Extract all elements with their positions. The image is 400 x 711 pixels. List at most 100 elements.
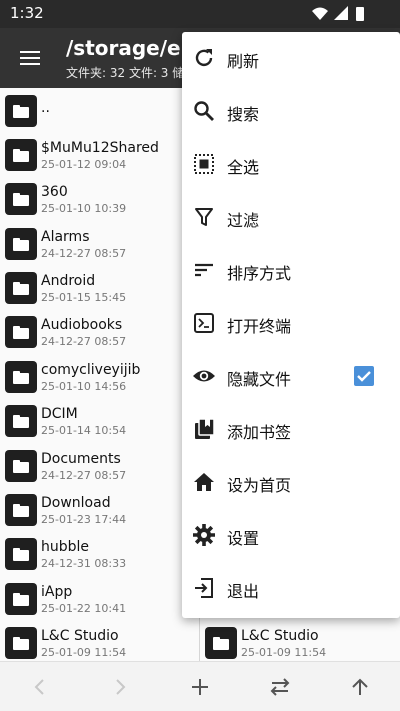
file-item[interactable]: L&C Studio 25-01-09 11:54 [0, 620, 199, 661]
signal-icon [334, 6, 348, 20]
bottom-toolbar [0, 661, 400, 711]
file-item[interactable]: 360 25-01-10 10:39 [0, 176, 199, 220]
folder-icon [5, 538, 37, 570]
file-item[interactable]: Audiobooks 24-12-27 08:57 [0, 309, 199, 353]
file-name: Audiobooks [41, 317, 123, 333]
menu-item-sort[interactable]: 排序方式 [182, 244, 400, 297]
check-icon [357, 371, 371, 382]
file-date: 24-12-27 08:57 [41, 247, 127, 260]
swap-icon [270, 678, 290, 696]
hamburger-menu-button[interactable] [12, 41, 48, 75]
file-date: 25-01-09 11:54 [241, 646, 327, 659]
file-name: Documents [41, 451, 121, 467]
swap-panes-button[interactable] [265, 672, 295, 702]
eye-icon [192, 364, 216, 388]
filter-icon [192, 205, 216, 229]
chevron-left-icon [34, 679, 44, 695]
folder-icon [5, 95, 37, 127]
overflow-menu: 刷新 搜索 全选 过滤 排序方式 打开终端 隐藏文件 添加书签 设为首页 设置 … [182, 32, 400, 618]
file-name: DCIM [41, 406, 78, 422]
file-name: Download [41, 495, 111, 511]
file-item-parent[interactable]: .. [0, 88, 199, 132]
menu-label: 刷新 [227, 52, 260, 71]
file-date: 25-01-12 09:04 [41, 158, 127, 171]
status-time: 1:32 [10, 4, 44, 22]
file-date: 24-12-27 08:57 [41, 469, 127, 482]
file-list-left: .. $MuMu12Shared 25-01-12 09:04 360 25-0… [0, 88, 200, 661]
folder-icon [5, 361, 37, 393]
file-item[interactable]: Android 25-01-15 15:45 [0, 265, 199, 309]
file-name: Android [41, 273, 96, 289]
menu-label: 添加书签 [227, 423, 292, 442]
bookmark-icon [192, 417, 216, 441]
arrow-up-icon [352, 678, 368, 695]
file-item[interactable]: comycliveyijib 25-01-10 14:56 [0, 354, 199, 398]
file-date: 25-01-15 15:45 [41, 291, 127, 304]
file-item[interactable]: iApp 25-01-22 10:41 [0, 576, 199, 620]
folder-icon [5, 316, 37, 348]
folder-icon [5, 183, 37, 215]
menu-item-refresh[interactable]: 刷新 [182, 32, 400, 85]
up-button[interactable] [345, 672, 375, 702]
folder-icon [205, 627, 237, 659]
hidden-files-checkbox[interactable] [354, 366, 374, 386]
menu-item-hidden-files[interactable]: 隐藏文件 [182, 350, 400, 403]
file-item[interactable]: hubble 24-12-31 08:33 [0, 531, 199, 575]
folder-stats: 文件夹: 32 文件: 3 储 [66, 66, 185, 80]
status-icons [312, 6, 364, 21]
file-date: 25-01-10 14:56 [41, 380, 127, 393]
menu-item-filter[interactable]: 过滤 [182, 191, 400, 244]
folder-icon [5, 272, 37, 304]
file-name: Alarms [41, 229, 90, 245]
wifi-icon [312, 7, 328, 20]
file-item[interactable]: $MuMu12Shared 25-01-12 09:04 [0, 132, 199, 176]
menu-label: 设置 [227, 529, 260, 548]
folder-icon [5, 450, 37, 482]
menu-label: 全选 [227, 158, 260, 177]
menu-label: 排序方式 [227, 264, 292, 283]
file-date: 25-01-10 10:39 [41, 202, 127, 215]
terminal-icon [192, 311, 216, 335]
menu-label: 搜索 [227, 105, 260, 124]
file-item[interactable]: Alarms 24-12-27 08:57 [0, 221, 199, 265]
search-icon [192, 99, 216, 123]
file-name: hubble [41, 539, 90, 555]
menu-label: 过滤 [227, 211, 260, 230]
back-button[interactable] [25, 672, 55, 702]
file-item[interactable]: Download 25-01-23 17:44 [0, 487, 199, 531]
file-item[interactable]: Documents 24-12-27 08:57 [0, 443, 199, 487]
file-date: 25-01-22 10:41 [41, 602, 127, 615]
file-name: iApp [41, 584, 73, 600]
file-name: comycliveyijib [41, 362, 141, 378]
menu-item-search[interactable]: 搜索 [182, 85, 400, 138]
file-item[interactable]: L&C Studio 25-01-09 11:54 [200, 620, 400, 661]
folder-icon [5, 228, 37, 260]
folder-icon [5, 139, 37, 171]
file-name: 360 [41, 184, 68, 200]
menu-item-terminal[interactable]: 打开终端 [182, 297, 400, 350]
folder-icon [5, 494, 37, 526]
file-item[interactable]: DCIM 25-01-14 10:54 [0, 398, 199, 442]
menu-item-exit[interactable]: 退出 [182, 562, 400, 615]
sort-icon [192, 258, 216, 282]
select-all-icon [192, 152, 216, 176]
add-button[interactable] [185, 672, 215, 702]
menu-item-select-all[interactable]: 全选 [182, 138, 400, 191]
home-icon [192, 470, 216, 494]
folder-icon [5, 627, 37, 659]
refresh-icon [192, 46, 216, 70]
file-date: 24-12-31 08:33 [41, 557, 127, 570]
menu-item-set-home[interactable]: 设为首页 [182, 456, 400, 509]
file-date: 25-01-23 17:44 [41, 513, 127, 526]
forward-button[interactable] [105, 672, 135, 702]
gear-icon [192, 523, 216, 547]
exit-icon [192, 576, 216, 600]
file-date: 25-01-09 11:54 [41, 646, 127, 659]
menu-item-add-bookmark[interactable]: 添加书签 [182, 403, 400, 456]
menu-label: 打开终端 [227, 317, 292, 336]
chevron-right-icon [116, 679, 126, 695]
battery-icon [356, 7, 364, 21]
file-date: 24-12-27 08:57 [41, 335, 127, 348]
menu-item-settings[interactable]: 设置 [182, 509, 400, 562]
file-name: $MuMu12Shared [41, 140, 159, 156]
